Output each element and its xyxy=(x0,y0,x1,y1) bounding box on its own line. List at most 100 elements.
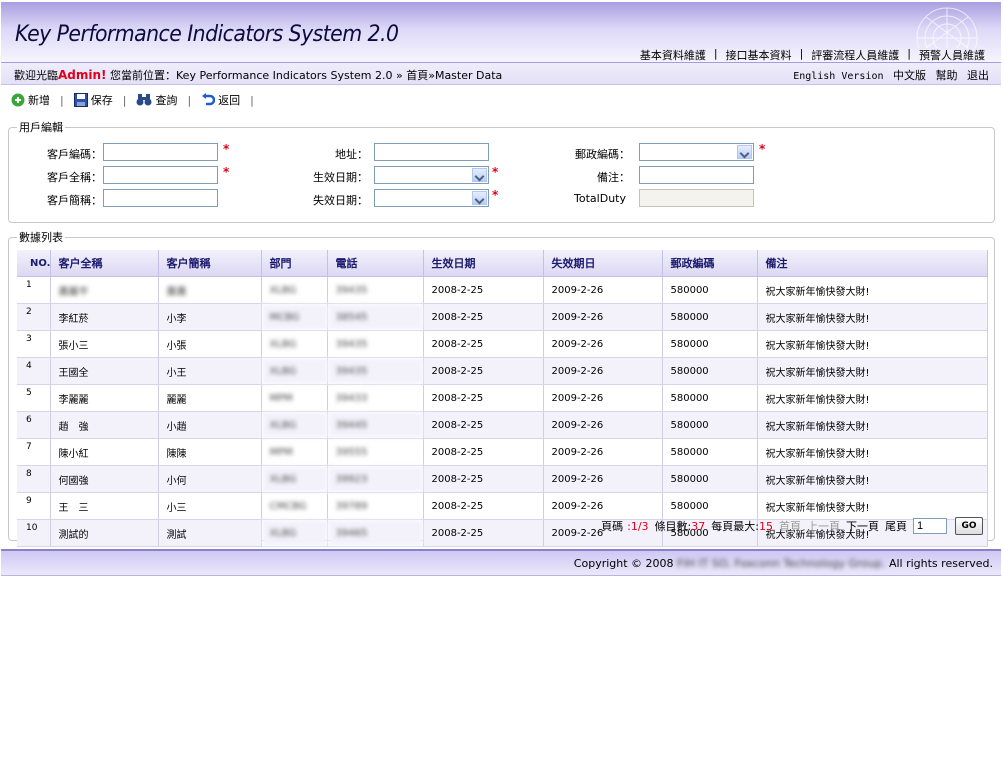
row-number: 10 xyxy=(17,519,51,547)
user-edit-legend: 用戶編輯 xyxy=(19,121,63,134)
nav-review-staff[interactable]: 評審流程人員維護 xyxy=(803,47,907,63)
query-button-label: 查詢 xyxy=(155,94,178,107)
column-header-shortname[interactable]: 客户簡稱 xyxy=(158,250,262,277)
remark-cell: 祝大家新年愉快發大財! xyxy=(757,303,988,331)
effective-date-select[interactable] xyxy=(374,166,489,184)
department-cell: XLBG xyxy=(261,519,328,547)
chevron-down-icon[interactable] xyxy=(472,191,487,205)
customer-shortname-cell: 陳陳 xyxy=(158,438,262,466)
last-page-link[interactable]: 尾頁 xyxy=(885,518,907,534)
remark-cell: 祝大家新年愉快發大財! xyxy=(757,411,988,439)
remark-cell: 祝大家新年愉快發大財! xyxy=(757,357,988,385)
go-button[interactable]: GO xyxy=(955,517,983,535)
table-row[interactable]: 9王 三小三 CMCBG 39789 2008-2-25 2009-2-26 580000… xyxy=(17,492,988,520)
current-user: Admin! xyxy=(58,68,107,82)
remark-cell: 祝大家新年愉快發大財! xyxy=(757,465,988,493)
table-row[interactable]: 4 王國全 小王 XLBG 39435 2008-2-25 2009-2-26 580000 祝… xyxy=(17,357,988,385)
postal-code-cell: 580000 xyxy=(662,357,758,385)
app-header: Key Performance Indicators System 2.0 基本… xyxy=(1,2,1001,63)
customer-fullname-cell: 李紅菸 xyxy=(50,303,159,331)
postal-code-select[interactable] xyxy=(639,143,754,161)
english-version-link[interactable]: English Version xyxy=(793,71,883,82)
copyright-prefix: Copyright © 2008 xyxy=(573,557,674,570)
customer-code-input[interactable] xyxy=(103,143,218,161)
nav-interface-data[interactable]: 接口基本資料 xyxy=(718,47,800,63)
expiry-date-select[interactable] xyxy=(374,189,489,207)
prev-page-link[interactable]: 上一頁 xyxy=(807,518,840,534)
add-icon xyxy=(11,93,25,107)
remark-cell: 祝大家新年愉快發大財! xyxy=(757,276,988,304)
page-value: :1/3 xyxy=(627,519,649,533)
department-cell: XLBG xyxy=(261,411,328,439)
customer-fullname-label: 客戶全稱： xyxy=(47,171,102,184)
effective-date-cell: 2008-2-25 xyxy=(423,492,544,520)
count-value: 37 xyxy=(691,519,706,533)
data-list-legend: 數據列表 xyxy=(19,231,63,244)
required-mark: * xyxy=(492,165,499,179)
effective-date-label: 生效日期： xyxy=(313,171,368,184)
customer-code-label: 客戶編碼： xyxy=(47,148,102,161)
chevron-down-icon[interactable] xyxy=(737,145,752,159)
customer-fullname-cell: 陳小紅 xyxy=(50,438,159,466)
row-number: 7 xyxy=(17,438,51,466)
table-row[interactable]: 1 蕭麗平 蕭蕭 XLBG 39435 2008-2-25 2009-2-26 580000 祝… xyxy=(17,276,988,304)
customer-fullname-cell: 測試的 xyxy=(50,519,159,547)
query-button[interactable]: 查詢 xyxy=(136,92,177,108)
required-mark: * xyxy=(223,165,230,179)
column-header-expiry-date[interactable]: 失效期日 xyxy=(543,250,663,277)
customer-shortname-cell: 小李 xyxy=(158,303,262,331)
back-button[interactable]: 返回 xyxy=(201,92,240,108)
chevron-down-icon[interactable] xyxy=(472,168,487,182)
department-cell: MCBG xyxy=(261,303,328,331)
table-row[interactable]: 5 李麗麗 麗麗 MPM 39433 2008-2-25 2009-2-26 580000 祝大… xyxy=(17,384,988,412)
page-number-input[interactable] xyxy=(913,518,947,534)
column-header-fullname[interactable]: 客户全稱 xyxy=(50,250,159,277)
column-header-postal-code[interactable]: 郵政編碼 xyxy=(662,250,758,277)
effective-date-cell: 2008-2-25 xyxy=(423,303,544,331)
customer-fullname-cell: 王 三 xyxy=(50,492,159,520)
table-row[interactable]: 8 何國強 小何 XLBG 39923 2008-2-25 2009-2-26 580000 祝… xyxy=(17,465,988,493)
max-per-page-value: 15 xyxy=(759,519,773,533)
table-row[interactable]: 7 陳小紅 陳陳 MPM 39555 2008-2-25 2009-2-26 580000 祝大… xyxy=(17,438,988,466)
column-header-phone[interactable]: 電話 xyxy=(327,250,424,277)
table-row[interactable]: 6趙 強小趙 XLBG 39445 2008-2-25 2009-2-26 580000 祝… xyxy=(17,411,988,439)
exit-link[interactable]: 退出 xyxy=(967,69,989,82)
save-button[interactable]: 保存 xyxy=(73,92,113,108)
customer-shortname-input[interactable] xyxy=(103,189,218,207)
help-link[interactable]: 幫助 xyxy=(936,69,958,82)
department-cell: XLBG xyxy=(261,465,328,493)
nav-alert-staff[interactable]: 預警人員維護 xyxy=(911,47,993,63)
column-header-remark[interactable]: 備注 xyxy=(757,250,988,277)
expiry-date-cell: 2009-2-26 xyxy=(543,330,663,358)
effective-date-cell: 2008-2-25 xyxy=(423,384,544,412)
remark-cell: 祝大家新年愉快發大財! xyxy=(757,330,988,358)
remark-input[interactable] xyxy=(639,166,754,184)
first-page-link[interactable]: 首頁 xyxy=(779,518,801,534)
count-label: 條目數: xyxy=(654,520,692,533)
next-page-link[interactable]: 下一頁 xyxy=(846,518,879,534)
column-header-department[interactable]: 部門 xyxy=(261,250,328,277)
required-mark: * xyxy=(492,188,499,202)
table-row[interactable]: 3 張小三 小張 XLBG 39435 2008-2-25 2009-2-26 580000 祝… xyxy=(17,330,988,358)
add-button[interactable]: 新增 xyxy=(11,92,50,108)
app-title: Key Performance Indicators System 2.0 xyxy=(15,22,399,47)
customer-shortname-label: 客戶簡稱： xyxy=(47,194,102,207)
row-number: 4 xyxy=(17,357,51,385)
phone-cell: 39435 xyxy=(327,357,424,385)
customer-fullname-input[interactable] xyxy=(103,166,218,184)
nav-basic-data[interactable]: 基本資料維護 xyxy=(632,47,714,63)
phone-cell: 39555 xyxy=(327,438,424,466)
column-header-no[interactable]: NO. xyxy=(17,250,51,277)
company-name: FIH IT SO, Foxconn Technology Group. xyxy=(677,557,886,570)
chinese-version-link[interactable]: 中文版 xyxy=(893,69,926,82)
remark-cell: 祝大家新年愉快發大財! xyxy=(757,438,988,466)
table-row[interactable]: 2 李紅菸 小李 MCBG 38545 2008-2-25 2009-2-26 580000 祝… xyxy=(17,303,988,331)
address-input[interactable] xyxy=(374,143,489,161)
expiry-date-cell: 2009-2-26 xyxy=(543,492,663,520)
customer-shortname-cell: 小張 xyxy=(158,330,262,358)
row-number: 2 xyxy=(17,303,51,331)
row-number: 6 xyxy=(17,411,51,439)
column-header-effective-date[interactable]: 生效日期 xyxy=(423,250,544,277)
binoculars-icon xyxy=(136,94,152,106)
expiry-date-cell: 2009-2-26 xyxy=(543,276,663,304)
